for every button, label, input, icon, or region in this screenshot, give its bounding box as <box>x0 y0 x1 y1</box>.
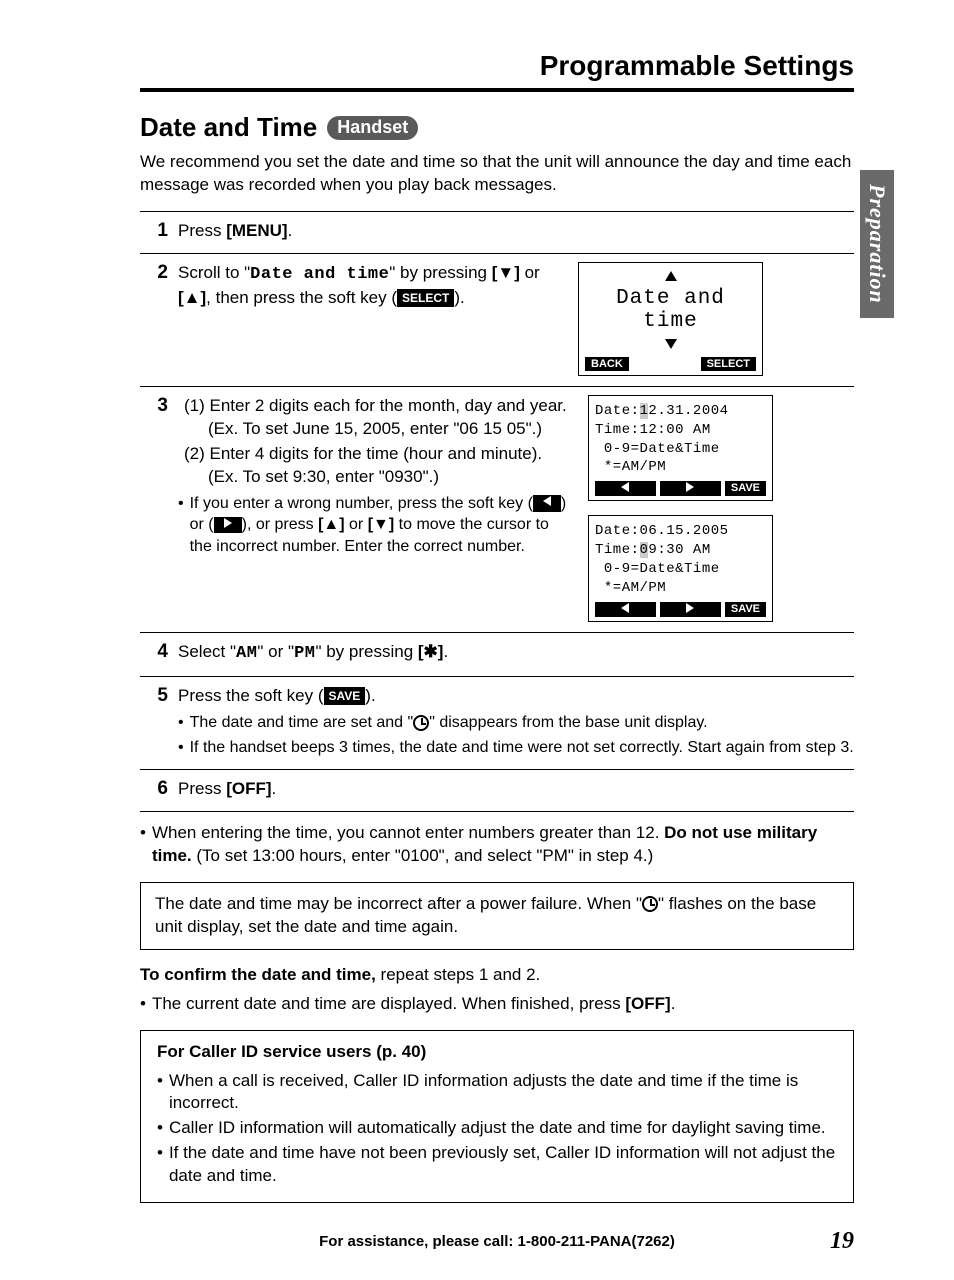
off-key: [OFF] <box>625 994 670 1013</box>
select-softkey: SELECT <box>701 357 756 371</box>
caller-bullet-1: •When a call is received, Caller ID info… <box>157 1070 837 1116</box>
step-number: 3 <box>150 395 168 417</box>
page-header: Programmable Settings <box>140 50 854 92</box>
step5-bullet1: • The date and time are set and "" disap… <box>178 712 854 734</box>
step-2: 2 Scroll to "Date and time" by pressing … <box>140 254 854 387</box>
bullet-dot: • <box>140 993 146 1016</box>
caller-bullet-3: •If the date and time have not been prev… <box>157 1142 837 1188</box>
save-softkey: SAVE <box>725 481 766 496</box>
pm-label: PM <box>294 644 315 663</box>
manual-page: Programmable Settings Preparation Date a… <box>0 0 954 1280</box>
step-number: 1 <box>150 220 168 242</box>
left-arrow-badge <box>533 495 561 512</box>
caller-id-box: For Caller ID service users (p. 40) •Whe… <box>140 1030 854 1204</box>
assistance-phone: For assistance, please call: 1-800-211-P… <box>319 1233 675 1250</box>
clock-icon <box>413 715 429 731</box>
confirm-bullet: • The current date and time are displaye… <box>140 993 854 1016</box>
steps-list: 1 Press [MENU]. 2 Scroll to "Date and ti… <box>140 211 854 812</box>
page-footer: For assistance, please call: 1-800-211-P… <box>140 1233 854 1250</box>
down-arrow-icon <box>665 339 677 349</box>
bullet-dot: • <box>178 712 184 734</box>
bullet-dot: • <box>157 1070 163 1116</box>
off-key: [OFF] <box>226 779 271 798</box>
caller-bullet-2: •Caller ID information will automaticall… <box>157 1117 837 1140</box>
up-arrow-icon <box>665 271 677 281</box>
lcd-menu-title: Date and time <box>585 285 756 337</box>
confirm-heading: To confirm the date and time, repeat ste… <box>140 964 854 987</box>
clock-icon <box>642 896 658 912</box>
section-intro: We recommend you set the date and time s… <box>140 151 854 197</box>
bullet-dot: • <box>178 737 184 759</box>
down-key: [▼] <box>368 516 395 533</box>
section-tab: Preparation <box>860 170 894 318</box>
lcd-screen-date-b: Date:06.15.2005 Time:09:30 AM 0-9=Date&T… <box>588 515 773 622</box>
bullet-dot: • <box>178 493 184 558</box>
step-body: Press the soft key (SAVE). • The date an… <box>178 685 854 759</box>
power-failure-note: The date and time may be incorrect after… <box>140 882 854 950</box>
section-title: Date and Time <box>140 112 317 143</box>
note-military-time: • When entering the time, you cannot ent… <box>140 822 854 868</box>
step3-p2: (2) Enter 4 digits for the time (hour an… <box>178 443 568 489</box>
left-softkey <box>595 602 656 617</box>
step-body: Press [MENU]. <box>178 220 854 243</box>
left-softkey <box>595 481 656 496</box>
step-number: 2 <box>150 262 168 284</box>
step-4: 4 Select "AM" or "PM" by pressing [✱]. <box>140 633 854 677</box>
up-key: [▲] <box>318 516 345 533</box>
up-key: [▲] <box>178 288 206 307</box>
step-1: 1 Press [MENU]. <box>140 212 854 254</box>
right-arrow-badge <box>214 517 242 534</box>
down-key: [▼] <box>492 263 520 282</box>
section-title-row: Date and Time Handset <box>140 112 854 143</box>
menu-option: Date and time <box>250 265 389 284</box>
step-6: 6 Press [OFF]. <box>140 770 854 812</box>
step-number: 4 <box>150 641 168 663</box>
notes-section: • When entering the time, you cannot ent… <box>140 822 854 1203</box>
lcd-screen-date-a: Date:12.31.2004 Time:12:00 AM 0-9=Date&T… <box>588 395 773 502</box>
bullet-dot: • <box>157 1117 163 1140</box>
save-badge: SAVE <box>324 687 366 705</box>
caller-id-title: For Caller ID service users (p. 40) <box>157 1041 837 1064</box>
select-softkey-badge: SELECT <box>397 289 454 307</box>
right-softkey <box>660 481 721 496</box>
step-body: Scroll to "Date and time" by pressing [▼… <box>178 262 558 310</box>
step-number: 5 <box>150 685 168 707</box>
step-body: Press [OFF]. <box>178 778 854 801</box>
back-softkey: BACK <box>585 357 629 371</box>
step-body: (1) Enter 2 digits each for the month, d… <box>178 395 568 558</box>
save-softkey: SAVE <box>725 602 766 617</box>
step3-bullet: • If you enter a wrong number, press the… <box>178 493 568 558</box>
bullet-dot: • <box>157 1142 163 1188</box>
step3-p1: (1) Enter 2 digits each for the month, d… <box>178 395 568 441</box>
step5-bullet2: • If the handset beeps 3 times, the date… <box>178 737 854 759</box>
step-body: Select "AM" or "PM" by pressing [✱]. <box>178 641 854 666</box>
lcd-screen-menu: Date and time BACK SELECT <box>578 262 763 376</box>
star-key: [✱] <box>418 642 444 661</box>
handset-badge: Handset <box>327 116 418 140</box>
menu-key: [MENU] <box>226 221 287 240</box>
right-softkey <box>660 602 721 617</box>
am-label: AM <box>236 644 257 663</box>
step-3: 3 (1) Enter 2 digits each for the month,… <box>140 387 854 633</box>
step-number: 6 <box>150 778 168 800</box>
step-5: 5 Press the soft key (SAVE). • The date … <box>140 677 854 770</box>
bullet-dot: • <box>140 822 146 868</box>
page-number: 19 <box>830 1228 854 1255</box>
